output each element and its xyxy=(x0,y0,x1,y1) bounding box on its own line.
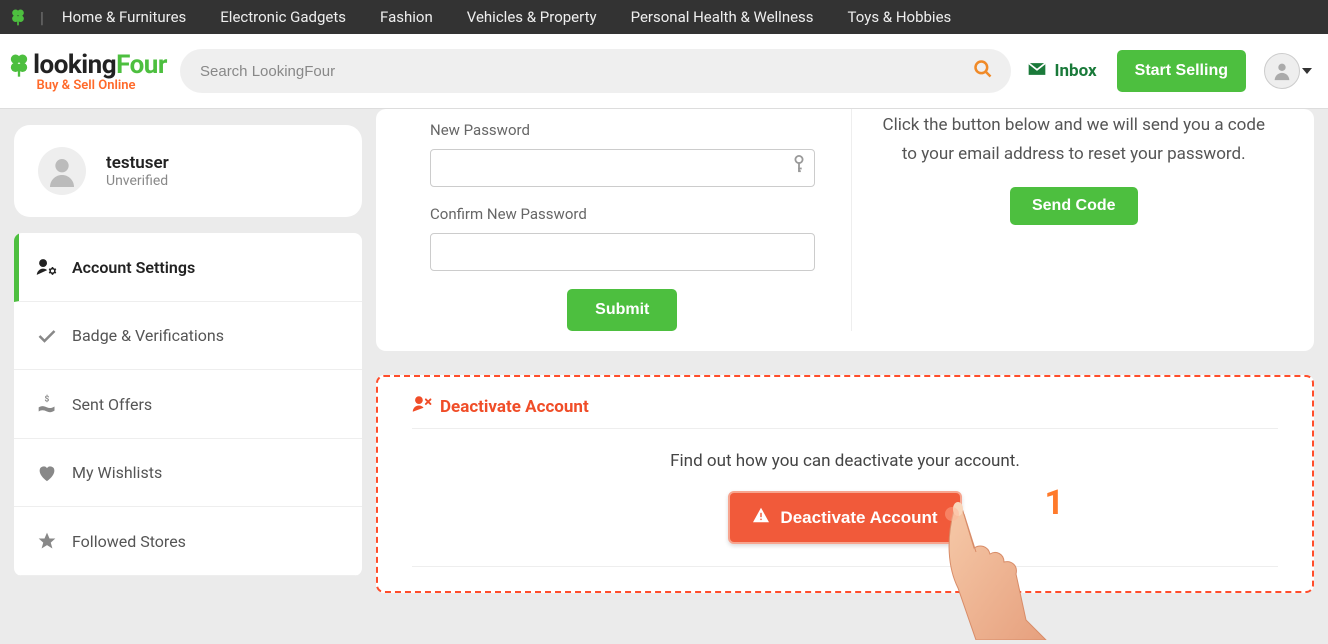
hand-dollar-icon: $ xyxy=(36,394,58,414)
user-x-icon xyxy=(412,395,432,418)
sidebar-item-label: Sent Offers xyxy=(72,395,152,414)
side-menu: Account Settings Badge & Verifications $… xyxy=(14,233,362,576)
deactivate-account-button[interactable]: Deactivate Account xyxy=(728,491,961,544)
user-card: testuser Unverified xyxy=(14,125,362,217)
svg-text:$: $ xyxy=(45,394,50,405)
nav-home-furnitures[interactable]: Home & Furnitures xyxy=(62,8,186,26)
envelope-icon xyxy=(1027,61,1047,82)
sidebar-item-label: Account Settings xyxy=(72,258,195,277)
user-avatar-icon xyxy=(38,147,86,195)
deactivate-description: Find out how you can deactivate your acc… xyxy=(412,451,1278,471)
check-icon xyxy=(36,328,58,344)
top-nav: | Home & Furnitures Electronic Gadgets F… xyxy=(0,0,1328,34)
warning-triangle-icon xyxy=(752,507,770,528)
caret-down-icon xyxy=(1302,68,1312,74)
sidebar-item-label: My Wishlists xyxy=(72,463,162,482)
sidebar: testuser Unverified Account Settings Bad… xyxy=(0,109,376,593)
deactivate-title: Deactivate Account xyxy=(440,397,589,417)
start-selling-button[interactable]: Start Selling xyxy=(1117,50,1246,92)
submit-button[interactable]: Submit xyxy=(567,289,677,331)
key-icon xyxy=(793,155,805,177)
brand-tagline: Buy & Sell Online xyxy=(36,78,135,93)
header: lookingFour Buy & Sell Online Inbox Star… xyxy=(0,34,1328,109)
send-code-button[interactable]: Send Code xyxy=(1010,187,1138,225)
nav-electronic-gadgets[interactable]: Electronic Gadgets xyxy=(220,8,346,26)
sidebar-item-account-settings[interactable]: Account Settings xyxy=(14,233,362,302)
inbox-link[interactable]: Inbox xyxy=(1027,61,1097,82)
inbox-label: Inbox xyxy=(1055,61,1097,81)
nav-vehicles-property[interactable]: Vehicles & Property xyxy=(467,8,597,26)
user-status: Unverified xyxy=(106,173,169,189)
divider: | xyxy=(40,8,44,27)
brand[interactable]: lookingFour Buy & Sell Online xyxy=(6,50,166,93)
sidebar-item-followed-stores[interactable]: Followed Stores xyxy=(14,507,362,576)
password-panel: New Password Confirm New Password Submit xyxy=(376,109,1314,351)
user-menu-dropdown[interactable] xyxy=(1264,53,1312,89)
search-wrap xyxy=(180,49,1011,93)
new-password-input[interactable] xyxy=(430,149,815,187)
sidebar-item-badge-verifications[interactable]: Badge & Verifications xyxy=(14,302,362,370)
clover-small-icon xyxy=(6,5,30,29)
star-icon xyxy=(36,531,58,551)
confirm-password-input[interactable] xyxy=(430,233,815,271)
nav-fashion[interactable]: Fashion xyxy=(380,8,433,26)
user-gear-icon xyxy=(36,257,58,277)
avatar-icon xyxy=(1264,53,1300,89)
sidebar-item-label: Followed Stores xyxy=(72,532,186,551)
brand-text-four: Four xyxy=(116,50,167,80)
brand-text-looking: looking xyxy=(33,50,116,80)
new-password-label: New Password xyxy=(430,121,815,139)
search-input[interactable] xyxy=(180,49,1011,93)
username: testuser xyxy=(106,153,169,173)
main: New Password Confirm New Password Submit xyxy=(376,109,1328,593)
heart-icon xyxy=(36,464,58,482)
confirm-password-label: Confirm New Password xyxy=(430,205,815,223)
annotation-step-number: 1 xyxy=(1044,483,1064,523)
sidebar-item-sent-offers[interactable]: $ Sent Offers xyxy=(14,370,362,439)
nav-personal-health[interactable]: Personal Health & Wellness xyxy=(631,8,814,26)
deactivate-button-label: Deactivate Account xyxy=(780,508,937,528)
search-icon[interactable] xyxy=(973,59,993,83)
sidebar-item-label: Badge & Verifications xyxy=(72,326,224,345)
nav-toys-hobbies[interactable]: Toys & Hobbies xyxy=(848,8,952,26)
reset-password-message: Click the button below and we will send … xyxy=(882,111,1267,169)
deactivate-panel: Deactivate Account Find out how you can … xyxy=(376,375,1314,593)
sidebar-item-my-wishlists[interactable]: My Wishlists xyxy=(14,439,362,507)
clover-logo-icon xyxy=(5,51,33,79)
